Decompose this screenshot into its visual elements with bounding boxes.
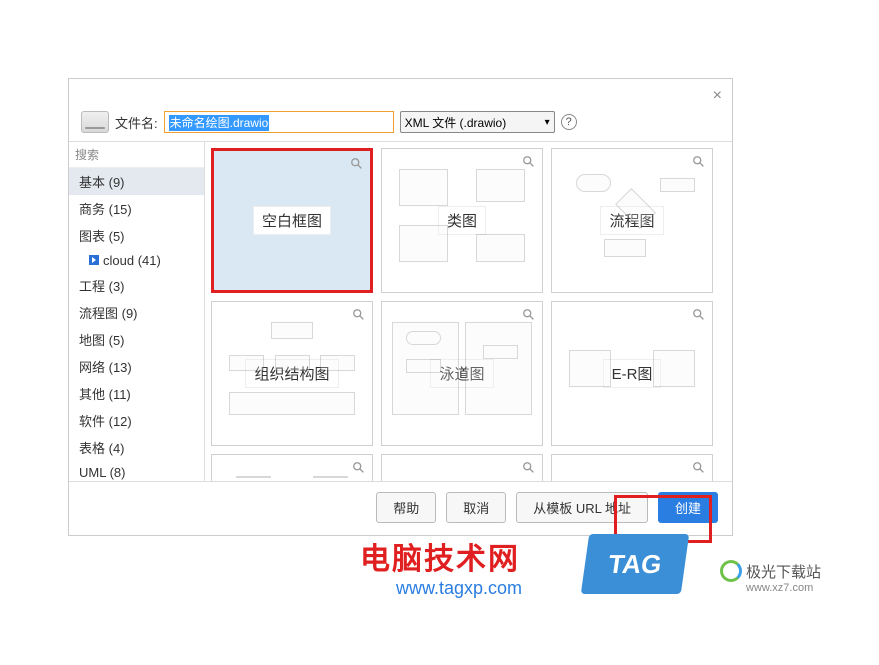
sidebar-item-business[interactable]: 商务 (15) (69, 195, 204, 222)
template-row-2: 组织结构图 泳道图 (211, 301, 726, 446)
swirl-icon (720, 560, 742, 582)
magnifier-icon[interactable] (692, 461, 706, 475)
template-er-diagram[interactable]: E-R图 (551, 301, 713, 446)
template-class-diagram[interactable]: 类图 (381, 148, 543, 293)
aurora-url: www.xz7.com (746, 582, 813, 594)
sidebar-item-software[interactable]: 软件 (12) (69, 407, 204, 434)
template-cross[interactable]: Cross- (551, 454, 713, 481)
sidebar-item-maps[interactable]: 地图 (5) (69, 326, 204, 353)
chevron-down-icon: ▾ (545, 117, 550, 128)
sidebar-item-tables[interactable]: 表格 (4) (69, 434, 204, 461)
tag-badge: TAG (581, 534, 689, 594)
template-flowchart[interactable]: 流程图 (551, 148, 713, 293)
aurora-logo: 极光下载站 (720, 560, 821, 582)
template-grid: 空白框图 类图 (205, 142, 732, 481)
filename-input[interactable]: 未命名绘图.drawio (164, 111, 394, 133)
sidebar-item-uml[interactable]: UML (8) (69, 461, 204, 481)
magnifier-icon[interactable] (692, 155, 706, 169)
template-row-3: Sequence Simple Cross- (211, 454, 726, 481)
sidebar-item-other[interactable]: 其他 (11) (69, 380, 204, 407)
magnifier-icon[interactable] (522, 461, 536, 475)
watermark-site-name: 电脑技术网 (360, 534, 520, 578)
magnifier-icon[interactable] (352, 308, 366, 322)
watermark-site-url: www.tagxp.com (396, 578, 522, 599)
sidebar-item-cloud[interactable]: cloud (41) (69, 249, 204, 272)
magnifier-icon[interactable] (692, 308, 706, 322)
close-icon[interactable]: × (713, 87, 722, 105)
template-blank[interactable]: 空白框图 (211, 148, 373, 293)
magnifier-icon[interactable] (352, 461, 366, 475)
cancel-button[interactable]: 取消 (446, 492, 506, 523)
category-sidebar: 搜索 基本 (9) 商务 (15) 图表 (5) cloud (41) 工程 (… (69, 142, 205, 481)
sidebar-item-network[interactable]: 网络 (13) (69, 353, 204, 380)
file-format-select[interactable]: XML 文件 (.drawio) ▾ (400, 111, 555, 133)
search-input[interactable]: 搜索 (69, 142, 204, 168)
sidebar-item-flowchart[interactable]: 流程图 (9) (69, 299, 204, 326)
dialog-header: 文件名: 未命名绘图.drawio XML 文件 (.drawio) ▾ ? (69, 79, 732, 141)
magnifier-icon[interactable] (350, 157, 364, 171)
from-template-url-button[interactable]: 从模板 URL 地址 (516, 492, 648, 523)
play-icon (89, 255, 99, 265)
sidebar-item-engineering[interactable]: 工程 (3) (69, 272, 204, 299)
new-diagram-dialog: × 文件名: 未命名绘图.drawio XML 文件 (.drawio) ▾ ?… (68, 78, 733, 536)
format-selected-text: XML 文件 (.drawio) (405, 114, 507, 131)
aurora-name: 极光下载站 (746, 561, 821, 582)
disk-icon (81, 111, 109, 133)
template-swimlane[interactable]: 泳道图 (381, 301, 543, 446)
category-list: 基本 (9) 商务 (15) 图表 (5) cloud (41) 工程 (3) … (69, 168, 204, 481)
dialog-body: 搜索 基本 (9) 商务 (15) 图表 (5) cloud (41) 工程 (… (69, 141, 732, 481)
template-simple[interactable]: Simple (381, 454, 543, 481)
template-sequence[interactable]: Sequence (211, 454, 373, 481)
filename-label: 文件名: (115, 113, 158, 132)
magnifier-icon[interactable] (522, 155, 536, 169)
dialog-footer: 帮助 取消 从模板 URL 地址 创建 (69, 481, 732, 533)
help-icon[interactable]: ? (561, 114, 577, 130)
magnifier-icon[interactable] (522, 308, 536, 322)
create-button[interactable]: 创建 (658, 492, 718, 523)
template-org-chart[interactable]: 组织结构图 (211, 301, 373, 446)
sidebar-item-charts[interactable]: 图表 (5) (69, 222, 204, 249)
sidebar-item-basic[interactable]: 基本 (9) (69, 168, 204, 195)
template-label: 空白框图 (253, 206, 331, 235)
help-button[interactable]: 帮助 (376, 492, 436, 523)
template-row-1: 空白框图 类图 (211, 148, 726, 293)
